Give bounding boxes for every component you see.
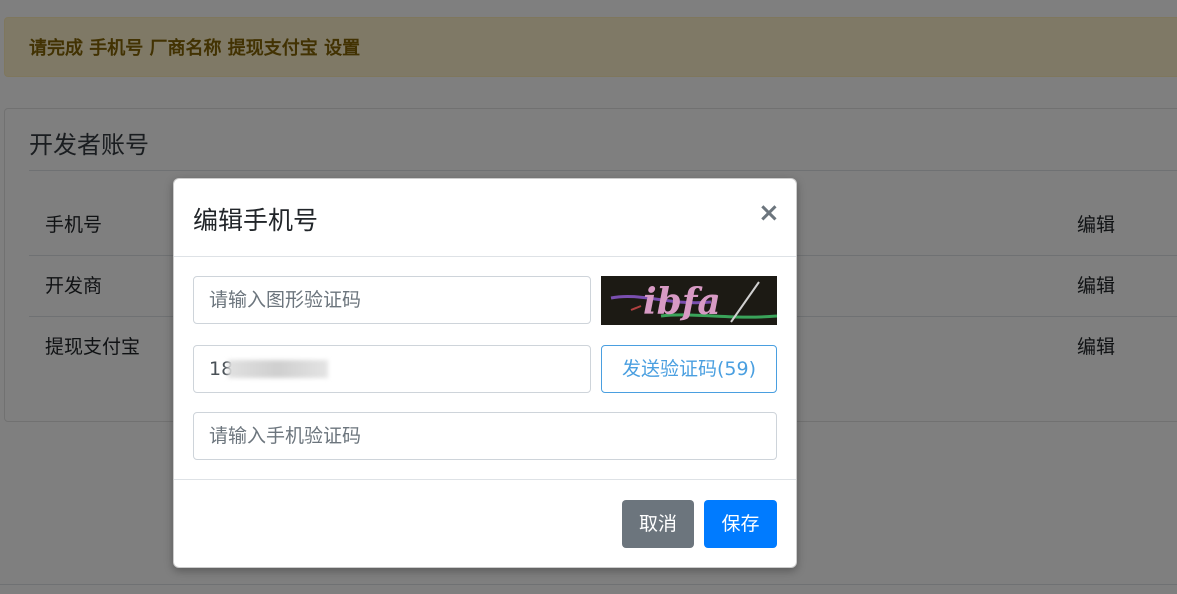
captcha-graphic: ibfa: [601, 276, 777, 325]
captcha-image[interactable]: ibfa: [601, 276, 777, 325]
phone-number-redaction: [228, 360, 328, 378]
captcha-text: ibfa: [643, 281, 721, 323]
modal-header: 编辑手机号 ×: [174, 179, 796, 257]
captcha-input[interactable]: [193, 276, 591, 324]
modal-footer-divider: [174, 479, 796, 480]
save-button[interactable]: 保存: [704, 500, 777, 548]
close-icon[interactable]: ×: [758, 199, 780, 227]
cancel-button[interactable]: 取消: [622, 500, 694, 548]
page: 请完成 手机号 厂商名称 提现支付宝 设置 开发者账号 手机号 编辑 开发商 编…: [0, 0, 1177, 594]
edit-phone-modal: 编辑手机号 × ibfa 18 发送验证码(59) 取消 保存: [173, 178, 797, 568]
modal-title: 编辑手机号: [193, 206, 319, 235]
send-code-button[interactable]: 发送验证码(59): [601, 345, 777, 393]
sms-code-input[interactable]: [193, 412, 777, 460]
